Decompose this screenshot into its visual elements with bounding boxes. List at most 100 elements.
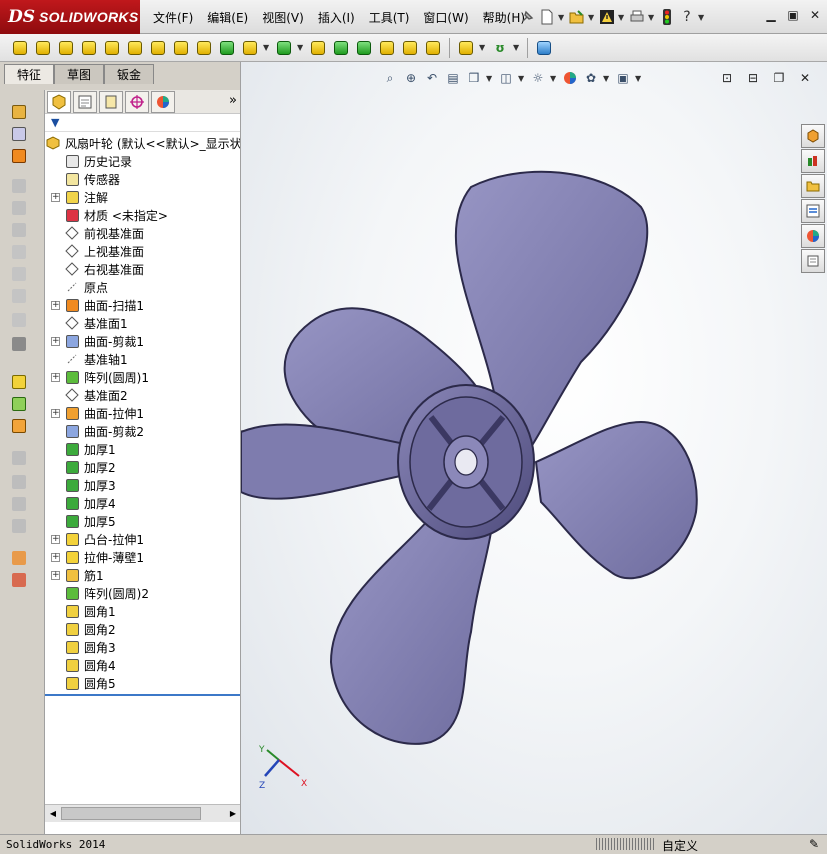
sweep-icon[interactable]: [9, 198, 29, 218]
shell-icon[interactable]: [9, 372, 29, 392]
filter-icon[interactable]: ▼: [51, 116, 59, 129]
feature-tree-tab-icon[interactable]: [47, 90, 71, 113]
chevron-down-icon[interactable]: ▼: [513, 43, 521, 52]
chevron-down-icon[interactable]: ▼: [588, 13, 596, 22]
lofted-boss-icon[interactable]: [79, 38, 99, 58]
revolve-icon[interactable]: [9, 176, 29, 196]
tree-item[interactable]: 圆角1: [51, 602, 116, 620]
tree-item[interactable]: + 注解: [51, 188, 108, 206]
restore-icon[interactable]: ▣: [785, 7, 801, 23]
tree-item[interactable]: 右视基准面: [51, 260, 144, 278]
chevron-down-icon[interactable]: ▼: [297, 43, 305, 52]
tree-item[interactable]: 加厚4: [51, 494, 116, 512]
expand-node-icon[interactable]: +: [51, 300, 60, 310]
curves-icon[interactable]: ʊ: [490, 38, 510, 58]
combine-icon[interactable]: [9, 516, 29, 536]
rebuild-warning-icon[interactable]: [598, 8, 616, 26]
menu-file[interactable]: 文件(F): [146, 9, 200, 26]
expand-node-icon[interactable]: +: [51, 552, 60, 562]
menu-view[interactable]: 视图(V): [255, 9, 311, 26]
chevron-down-icon[interactable]: ▼: [648, 13, 656, 22]
menu-edit[interactable]: 编辑(E): [200, 9, 255, 26]
tree-item[interactable]: 历史记录: [51, 152, 132, 170]
tree-item[interactable]: + 阵列(圆周)1: [51, 368, 149, 386]
tree-item[interactable]: 圆角2: [51, 620, 116, 638]
expand-node-icon[interactable]: +: [51, 570, 60, 580]
rebuild-status-icon[interactable]: ✎: [809, 837, 819, 851]
revolved-boss-icon[interactable]: [33, 38, 53, 58]
expand-node-icon[interactable]: +: [51, 534, 60, 544]
boundary-boss-icon[interactable]: [102, 38, 122, 58]
swept-boss-icon[interactable]: [56, 38, 76, 58]
custom-properties-icon[interactable]: [801, 249, 825, 273]
tree-item[interactable]: + 凸台-拉伸1: [51, 530, 144, 548]
tree-item[interactable]: 材质 <未指定>: [51, 206, 168, 224]
appearance-icon[interactable]: [9, 570, 29, 590]
appearances-icon[interactable]: [801, 224, 825, 248]
shell-icon[interactable]: [354, 38, 374, 58]
linear-pattern-icon[interactable]: [274, 38, 294, 58]
tree-item[interactable]: 加厚1: [51, 440, 116, 458]
scrollbar-thumb[interactable]: [61, 807, 201, 820]
lofted-cut-icon[interactable]: [194, 38, 214, 58]
loft-icon[interactable]: [9, 220, 29, 240]
fan-impeller-model[interactable]: [241, 62, 827, 834]
extruded-cut-icon[interactable]: [125, 38, 145, 58]
pattern-icon[interactable]: [9, 416, 29, 436]
tree-item[interactable]: 圆角4: [51, 656, 116, 674]
close-icon[interactable]: ✕: [807, 7, 823, 23]
graphics-area[interactable]: ⌕ ⊕ ↶ ▤ ❒ ▼ ◫ ▼ ☼ ▼ ✿ ▼ ▣ ▼ ⊡ ⊟ ❐ ✕ Y X …: [240, 62, 827, 834]
tree-item[interactable]: 原点: [51, 278, 108, 296]
print-icon[interactable]: [628, 8, 646, 26]
extrude-icon[interactable]: [9, 146, 29, 166]
tree-item[interactable]: 圆角3: [51, 638, 116, 656]
scroll-left-icon[interactable]: ◀: [46, 806, 60, 821]
instant3d-icon[interactable]: [534, 38, 554, 58]
cut-icon[interactable]: [9, 286, 29, 306]
tree-item[interactable]: 加厚3: [51, 476, 116, 494]
tree-item[interactable]: 圆角5: [51, 674, 116, 692]
pushpin-icon[interactable]: [518, 8, 536, 26]
solidworks-logo[interactable]: DS SOLIDWORKS: [0, 0, 140, 34]
chevron-down-icon[interactable]: ▼: [263, 43, 271, 52]
solidworks-resources-icon[interactable]: [801, 124, 825, 148]
menu-tools[interactable]: 工具(T): [362, 9, 417, 26]
tab-sheet-metal[interactable]: 钣金: [104, 64, 155, 84]
tree-item[interactable]: + 筋1: [51, 566, 104, 584]
scroll-right-icon[interactable]: ▶: [226, 806, 240, 821]
fillet-icon[interactable]: [240, 38, 260, 58]
swept-cut-icon[interactable]: [171, 38, 191, 58]
property-manager-tab-icon[interactable]: [73, 90, 97, 113]
tab-features[interactable]: 特征: [4, 64, 55, 84]
tab-sketch[interactable]: 草图: [54, 64, 105, 84]
tree-item[interactable]: 上视基准面: [51, 242, 144, 260]
chevron-down-icon[interactable]: ▼: [558, 13, 566, 22]
tree-item[interactable]: 阵列(圆周)2: [51, 584, 149, 602]
tree-item[interactable]: 前视基准面: [51, 224, 144, 242]
dimxpert-tab-icon[interactable]: [125, 90, 149, 113]
view-palette-icon[interactable]: [801, 199, 825, 223]
measure-icon[interactable]: [9, 334, 29, 354]
horizontal-scrollbar[interactable]: ◀ ▶: [45, 804, 241, 822]
boundary-cut-icon[interactable]: [217, 38, 237, 58]
split-icon[interactable]: [9, 494, 29, 514]
tree-item[interactable]: 基准面2: [51, 386, 128, 404]
tree-item[interactable]: 加厚5: [51, 512, 116, 530]
hole-icon[interactable]: [9, 264, 29, 284]
tree-filter[interactable]: ▼: [45, 114, 241, 132]
open-folder-icon[interactable]: [568, 8, 586, 26]
intersect-icon[interactable]: [9, 472, 29, 492]
configuration-manager-tab-icon[interactable]: [99, 90, 123, 113]
smart-dimension-icon[interactable]: [9, 124, 29, 144]
chevron-down-icon[interactable]: ▼: [618, 13, 626, 22]
tree-item[interactable]: + 曲面-剪裁1: [51, 332, 144, 350]
chevron-down-icon[interactable]: ▼: [698, 13, 706, 22]
help-icon[interactable]: ?: [678, 8, 696, 26]
sketch-icon[interactable]: [9, 102, 29, 122]
tree-item[interactable]: 曲面-剪裁2: [51, 422, 144, 440]
dome-icon[interactable]: [400, 38, 420, 58]
expand-node-icon[interactable]: +: [51, 408, 60, 418]
align-icon[interactable]: [9, 448, 29, 468]
menu-window[interactable]: 窗口(W): [416, 9, 475, 26]
expand-node-icon[interactable]: +: [51, 336, 60, 346]
